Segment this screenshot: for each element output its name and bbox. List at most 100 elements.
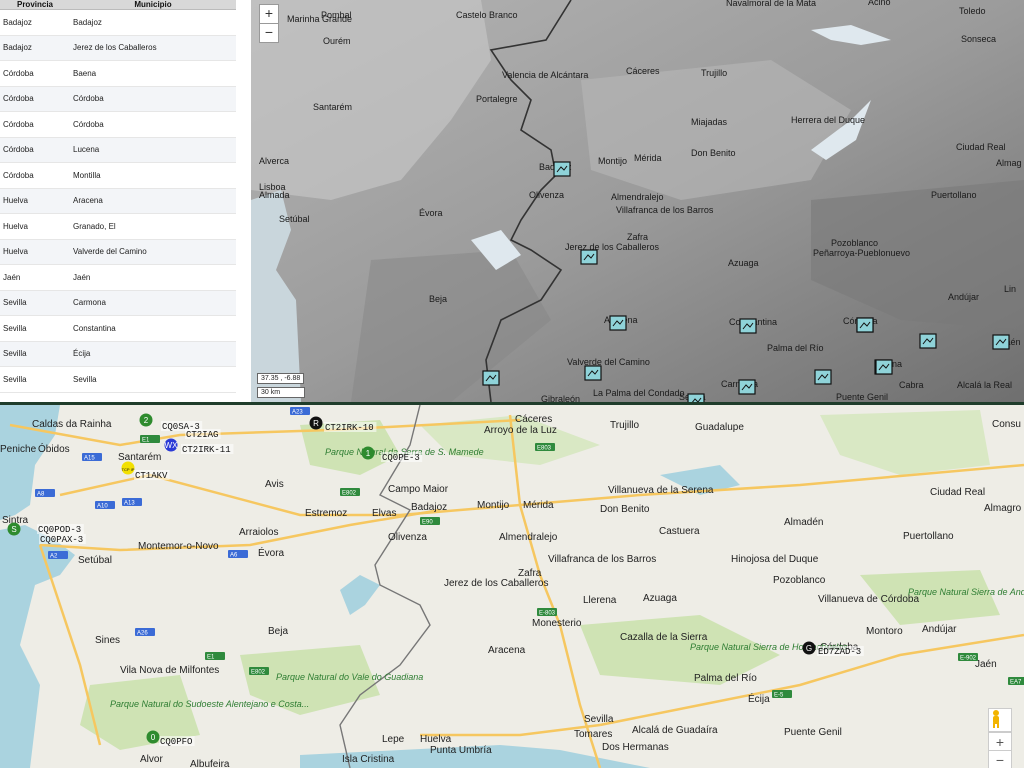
map-place-label: Cabra	[899, 380, 924, 390]
map-city-label: Jerez de los Caballeros	[444, 578, 549, 589]
map-place-label: Ciudad Real	[956, 142, 1006, 152]
road-shield: A15	[82, 453, 102, 462]
zoom-in-button[interactable]: +	[259, 4, 279, 24]
table-row[interactable]: Sevilla Sevilla	[0, 366, 236, 393]
map-city-label: Punta Umbría	[430, 745, 492, 756]
map-zoom-in-button[interactable]: +	[988, 732, 1012, 752]
road-shield-label: A26	[137, 631, 148, 637]
table-row[interactable]: Jaén Jaén	[0, 264, 236, 291]
station-badge-label: R	[313, 419, 319, 428]
municipio-marker-icon[interactable]	[553, 161, 571, 177]
municipio-marker-icon[interactable]	[580, 249, 598, 265]
map-city-label: Campo Maior	[388, 484, 449, 495]
map-city-label: Elvas	[372, 508, 396, 519]
map-city-label: Consu	[992, 419, 1021, 430]
map-city-label: Palma del Río	[694, 673, 757, 684]
station-badge-icon[interactable]: S	[7, 522, 21, 536]
map-city-label: Écija	[748, 692, 770, 705]
map-place-label: Castelo Branco	[456, 10, 518, 20]
aprs-station-label[interactable]: ED7ZAD-3	[818, 647, 861, 657]
table-row[interactable]: Córdoba Montilla	[0, 162, 236, 189]
station-badge-icon[interactable]: 2	[139, 413, 153, 427]
municipio-marker-icon[interactable]	[482, 370, 500, 386]
map-city-label: Villanueva de la Serena	[608, 485, 714, 496]
aprs-station-label[interactable]: CT2IRK-10	[325, 423, 374, 433]
municipio-marker-icon[interactable]	[814, 369, 832, 385]
road-map[interactable]: Caldas da Rainha Peniche Óbidos Santarém Các…	[0, 405, 1024, 768]
aprs-station-label[interactable]: CT2IRK-11	[182, 445, 231, 455]
park-label: Parque Natural Sierra de Andújar	[908, 587, 1024, 597]
grey-terrain-map[interactable]: Pombal Castelo Branco Navalmoral de la Mat…	[251, 0, 1024, 402]
map-place-label: Valencia de Alcántara	[502, 70, 588, 80]
aprs-station-label[interactable]: CQ0PFO	[160, 737, 192, 747]
cell-municipio: Granado, El	[70, 213, 236, 240]
station-badge-icon[interactable]: R	[309, 416, 323, 430]
map-place-label: Zafra	[627, 232, 648, 242]
pegman-icon	[993, 710, 999, 728]
municipio-marker-icon[interactable]	[738, 379, 756, 395]
zoom-out-button[interactable]: −	[259, 23, 279, 43]
map-place-label: Valverde del Camino	[567, 357, 650, 367]
table-row[interactable]: Córdoba Córdoba	[0, 86, 236, 112]
table-row[interactable]: Sevilla Écija	[0, 341, 236, 367]
municipio-marker-icon[interactable]	[856, 317, 874, 333]
park-label: Parque Natural do Sudoeste Alentejano e …	[110, 699, 309, 709]
station-badge-icon[interactable]: G	[802, 641, 816, 655]
table-row[interactable]: Huelva Valverde del Camino	[0, 239, 236, 265]
map-place-label: Olivenza	[529, 190, 564, 200]
road-shield-label: E803	[537, 446, 552, 452]
road-shield: E-5	[772, 690, 792, 699]
map-zoom-out-button[interactable]: −	[988, 750, 1012, 768]
table-row[interactable]: Huelva Aracena	[0, 188, 236, 214]
road-shield: A26	[135, 628, 155, 637]
municipio-marker-icon[interactable]	[739, 318, 757, 334]
aprs-station-label[interactable]: CT2IAG	[186, 430, 218, 440]
road-shield: E-902	[958, 653, 978, 662]
station-badge-label: S	[11, 525, 16, 534]
map-city-label: Cáceres	[515, 414, 552, 425]
municipio-marker-icon[interactable]	[609, 315, 627, 331]
column-header-municipio[interactable]: Municipio	[70, 0, 236, 10]
road-shield: A2	[48, 551, 68, 560]
table-row[interactable]: Córdoba Baena	[0, 60, 236, 87]
aprs-station-label[interactable]: CQ0PE-3	[382, 453, 420, 463]
table-row[interactable]: Córdoba Lucena	[0, 137, 236, 163]
municipio-marker-icon[interactable]	[875, 359, 893, 375]
station-badge-label: 2	[144, 416, 149, 425]
map-city-label: Andújar	[922, 624, 957, 635]
cell-provincia: Sevilla	[0, 366, 70, 393]
aprs-station-label[interactable]: CQ0POD-3	[38, 525, 81, 535]
table-row[interactable]: Huelva Granado, El	[0, 213, 236, 240]
station-badge-icon[interactable]: WX	[164, 438, 179, 452]
municipio-marker-icon[interactable]	[919, 333, 937, 349]
map-place-label: Gibraleón	[541, 394, 580, 402]
municipio-marker-icon[interactable]	[584, 365, 602, 381]
table-row[interactable]: Sevilla Carmona	[0, 290, 236, 316]
map-place-label: Setúbal	[279, 214, 310, 224]
map-city-label: Guadalupe	[695, 422, 744, 433]
cell-municipio: Córdoba	[70, 86, 236, 112]
municipio-marker-icon[interactable]	[687, 393, 705, 402]
cell-provincia: Badajoz	[0, 9, 70, 36]
table-row[interactable]: Sevilla Constantina	[0, 315, 236, 342]
map-city-label: Alvor	[140, 754, 163, 765]
results-table: Provincia Municipio Badajoz Badajoz Badajo…	[0, 0, 236, 393]
cell-provincia: Sevilla	[0, 290, 70, 316]
map-place-label: Pozoblanco	[831, 238, 878, 248]
road-shield: E1	[205, 652, 225, 661]
station-badge-label: WX	[165, 441, 179, 450]
map-place-label: Évora	[419, 208, 443, 218]
station-badge-icon[interactable]: 1	[361, 446, 375, 460]
aprs-station-label[interactable]: CT1AKV	[135, 471, 168, 481]
street-view-pegman[interactable]	[988, 708, 1012, 732]
table-row[interactable]: Badajoz Jerez de los Caballeros	[0, 35, 236, 61]
table-row[interactable]: Badajoz Badajoz	[0, 9, 236, 36]
column-header-provincia[interactable]: Provincia	[0, 0, 70, 10]
road-shield-label: A2	[50, 554, 58, 560]
aprs-station-label[interactable]: CQ0PAX-3	[40, 535, 83, 545]
municipio-marker-icon[interactable]	[992, 334, 1010, 350]
cell-provincia: Córdoba	[0, 137, 70, 163]
station-badge-icon[interactable]: 0	[146, 730, 160, 744]
map-place-label: Toledo	[959, 6, 986, 16]
table-row[interactable]: Córdoba Córdoba	[0, 111, 236, 138]
